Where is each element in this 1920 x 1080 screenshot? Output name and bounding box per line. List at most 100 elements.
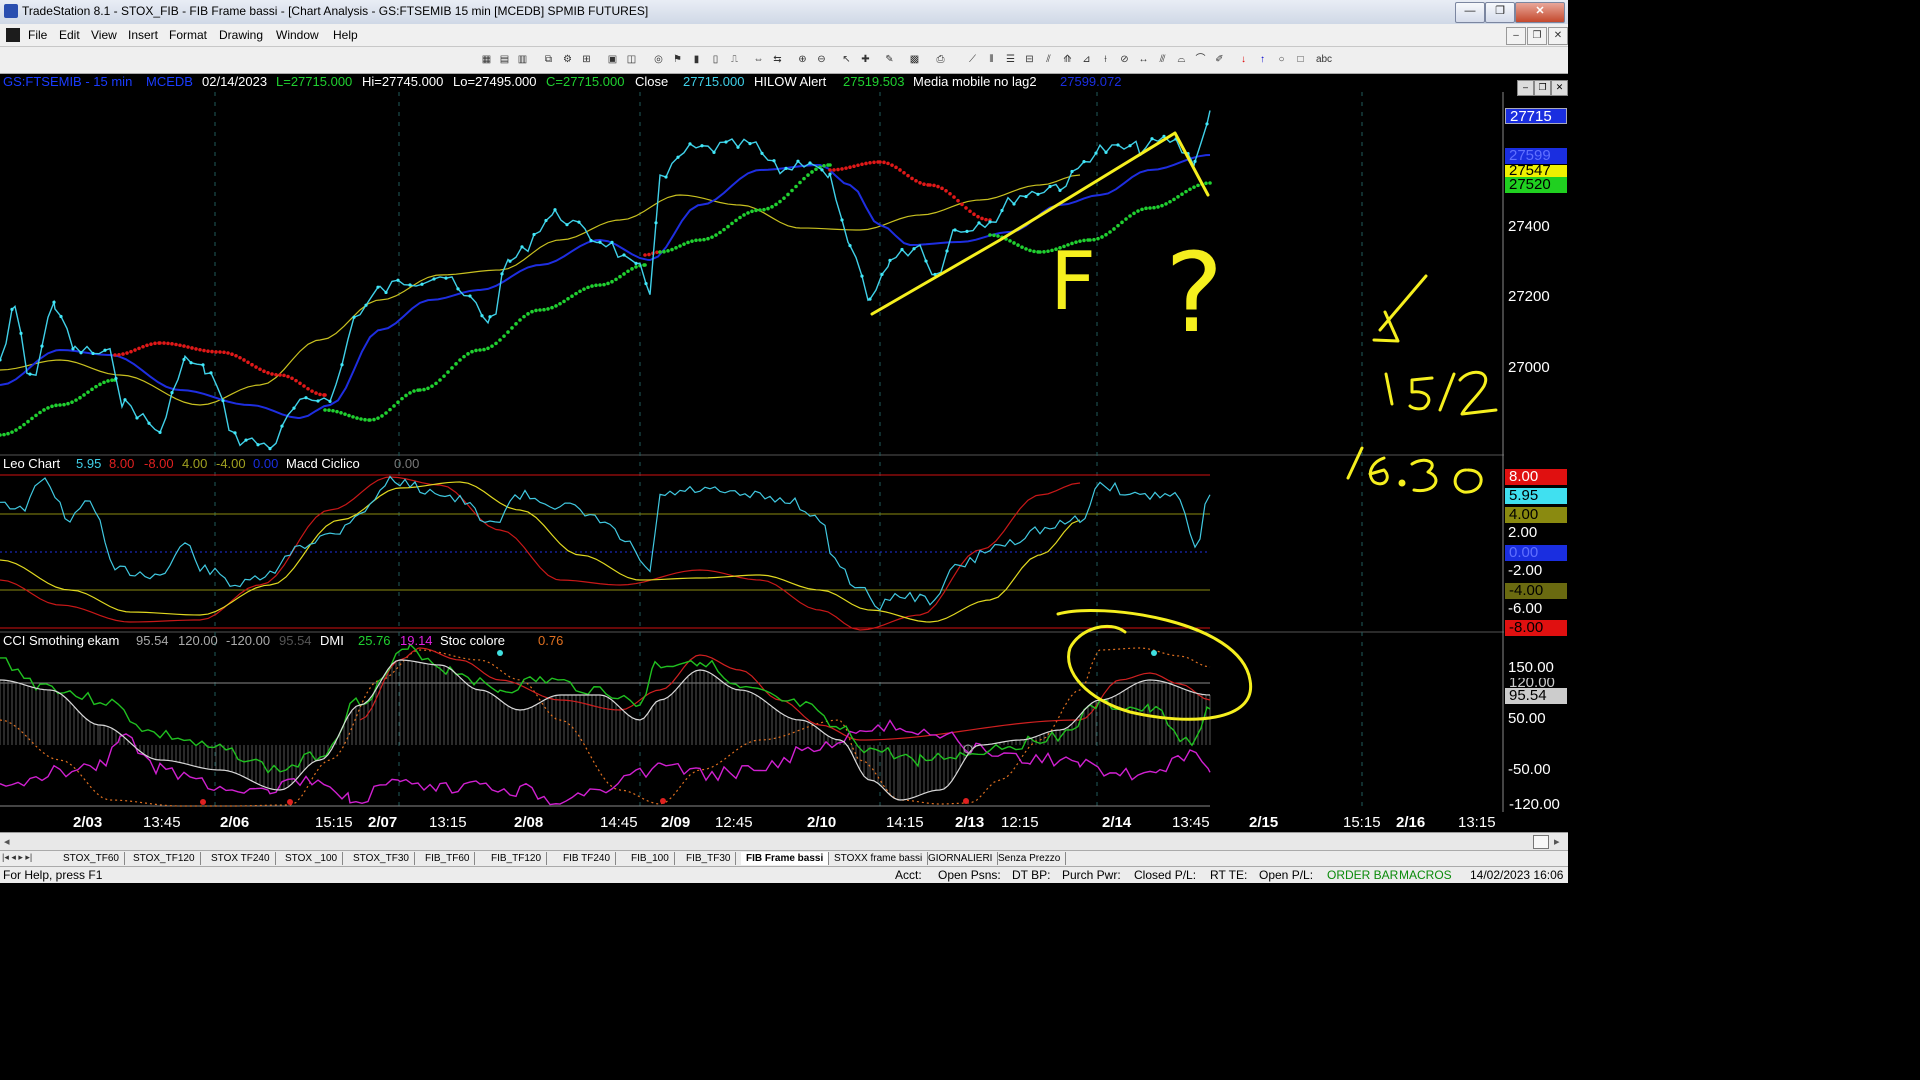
arc-icon[interactable]: ⌓ xyxy=(1175,53,1188,66)
ellipse-icon[interactable]: ○ xyxy=(1275,53,1288,66)
workspace-tab[interactable]: STOX _100 xyxy=(280,852,344,865)
hand-annotations[interactable] xyxy=(870,131,1498,721)
pen-icon[interactable]: ✐ xyxy=(1213,53,1226,66)
workspace-tab[interactable]: STOX TF240 xyxy=(206,852,276,865)
menu-file[interactable]: File xyxy=(28,28,47,42)
workspace-tab[interactable]: FIB_TF120 xyxy=(486,852,548,865)
ma-yellow-line[interactable] xyxy=(0,174,1081,406)
mdi-restore-button[interactable]: ❐ xyxy=(1527,27,1547,45)
price-point xyxy=(953,228,957,232)
close-button[interactable]: ✕ xyxy=(1515,2,1565,23)
mdi-minimize-button[interactable]: – xyxy=(1506,27,1526,45)
workspace-tab[interactable]: FIB TF240 xyxy=(558,852,617,865)
macd-red-line[interactable] xyxy=(0,476,1081,631)
vertical-line-icon[interactable]: ⦀ xyxy=(985,53,998,66)
ruler-icon[interactable]: ↔ xyxy=(1137,53,1150,66)
leo-chart-label: Leo Chart xyxy=(3,456,61,471)
data-window-icon[interactable]: ▣ xyxy=(606,53,619,66)
scroll-left-icon[interactable]: ◂ xyxy=(4,835,10,848)
gann-icon[interactable]: ⟰ xyxy=(1061,53,1074,66)
macros-button[interactable]: MACROS xyxy=(1399,868,1452,882)
minimize-button[interactable]: — xyxy=(1455,2,1485,23)
print-icon[interactable]: ⎙ xyxy=(934,53,947,66)
hilow-point xyxy=(38,410,42,415)
workspace-tab[interactable]: STOX_TF30 xyxy=(348,852,415,865)
menu-window[interactable]: Window xyxy=(276,28,319,42)
workspace-tab[interactable]: FIB_100 xyxy=(626,852,675,865)
scroll-thumb[interactable] xyxy=(1533,835,1549,849)
time-label: 13:45 xyxy=(1172,814,1210,831)
price-point xyxy=(221,399,225,403)
menu-drawing[interactable]: Drawing xyxy=(219,28,263,42)
scroll-bars-icon[interactable]: ⇆ xyxy=(771,53,784,66)
speed-lines-icon[interactable]: ⟊ xyxy=(1099,53,1112,66)
crosshair-icon[interactable]: ✚ xyxy=(859,53,872,66)
hilow-point xyxy=(910,176,914,181)
text-icon[interactable]: abc xyxy=(1313,53,1335,66)
regression-icon[interactable]: ⊘ xyxy=(1118,53,1131,66)
workspace-tab[interactable]: STOX_TF60 xyxy=(58,852,125,865)
price-point xyxy=(1150,137,1154,141)
horizontal-scrollbar[interactable]: ◂ ▸ xyxy=(0,832,1568,851)
hilow-point xyxy=(790,188,794,193)
hilow-alert-dots[interactable] xyxy=(0,160,1212,437)
save-icon[interactable]: ▩ xyxy=(908,53,921,66)
format-icon[interactable]: ◫ xyxy=(625,53,638,66)
dmi-red-line[interactable] xyxy=(359,647,1211,741)
new-chart-icon[interactable]: ▦ xyxy=(480,53,493,66)
chart-style-icon[interactable]: ⧉ xyxy=(542,53,555,66)
pointer-icon[interactable]: ↖ xyxy=(840,53,853,66)
chart-canvas[interactable] xyxy=(0,92,1504,812)
restore-button[interactable]: ❐ xyxy=(1485,2,1515,23)
channel-icon[interactable]: ⫽ xyxy=(1042,53,1055,66)
strategy-icon[interactable]: ⊞ xyxy=(580,53,593,66)
mdi-close-button[interactable]: ✕ xyxy=(1548,27,1568,45)
workspace-tab[interactable]: STOXX frame bassi xyxy=(829,852,929,865)
zoom-bars-icon[interactable]: ⇔ xyxy=(752,53,765,66)
workspace-tab[interactable]: FIB_TF30 xyxy=(681,852,737,865)
fib-icon[interactable]: ⊟ xyxy=(1023,53,1036,66)
workspace-tab[interactable]: GIORNALIERI xyxy=(923,852,999,865)
price-point xyxy=(28,372,32,376)
insert-indicator-icon[interactable]: ⚙ xyxy=(561,53,574,66)
zoom-out-icon[interactable]: ⊖ xyxy=(815,53,828,66)
menu-help[interactable]: Help xyxy=(333,28,358,42)
alert-icon[interactable]: ⚑ xyxy=(671,53,684,66)
zoom-in-icon[interactable]: ⊕ xyxy=(796,53,809,66)
menu-view[interactable]: View xyxy=(91,28,117,42)
workspace-tab[interactable]: Senza Prezzo xyxy=(993,852,1067,865)
rt-te-label: RT TE: xyxy=(1210,868,1248,882)
rectangle-icon[interactable]: □ xyxy=(1294,53,1307,66)
tools-icon[interactable]: ✎ xyxy=(883,53,896,66)
tab-nav-icons[interactable]: |◂ ◂ ▸ ▸| xyxy=(2,852,32,863)
price-line[interactable] xyxy=(0,110,1211,450)
horizontal-line-icon[interactable]: ☰ xyxy=(1004,53,1017,66)
arrow-up-icon[interactable]: ↑ xyxy=(1256,53,1269,66)
radar-icon[interactable]: ◎ xyxy=(652,53,665,66)
candle-icon[interactable]: ▯ xyxy=(709,53,722,66)
scroll-right-icon[interactable]: ▸ xyxy=(1554,835,1560,848)
trendline-icon[interactable]: ⟋ xyxy=(966,53,979,66)
workspace-tab[interactable]: FIB_TF60 xyxy=(420,852,476,865)
hilow-point xyxy=(298,381,302,386)
andrews-icon[interactable]: ⊿ xyxy=(1080,53,1093,66)
line-icon[interactable]: ⎍ xyxy=(728,53,741,66)
menu-edit[interactable]: Edit xyxy=(59,28,80,42)
workspace-tab[interactable]: FIB Frame bassi xyxy=(741,852,830,865)
menu-insert[interactable]: Insert xyxy=(128,28,158,42)
parallel-icon[interactable]: ⫻ xyxy=(1156,53,1169,66)
chart-close-button[interactable]: ✕ xyxy=(1551,80,1568,96)
workspace-tab[interactable]: STOX_TF120 xyxy=(128,852,201,865)
hilow-point xyxy=(351,415,355,419)
order-bar-button[interactable]: ORDER BAR xyxy=(1327,868,1398,882)
chart-restore-button[interactable]: ❐ xyxy=(1534,80,1551,96)
new-matrix-icon[interactable]: ▥ xyxy=(516,53,529,66)
bar-icon[interactable]: ▮ xyxy=(690,53,703,66)
fan-icon[interactable]: ⌒ xyxy=(1194,53,1207,66)
arrow-down-icon[interactable]: ↓ xyxy=(1237,53,1250,66)
chart-minimize-button[interactable]: – xyxy=(1517,80,1534,96)
new-grid-icon[interactable]: ▤ xyxy=(498,53,511,66)
stoc-orange-line[interactable] xyxy=(0,647,1211,807)
menu-format[interactable]: Format xyxy=(169,28,207,42)
hilow-point xyxy=(426,386,430,391)
